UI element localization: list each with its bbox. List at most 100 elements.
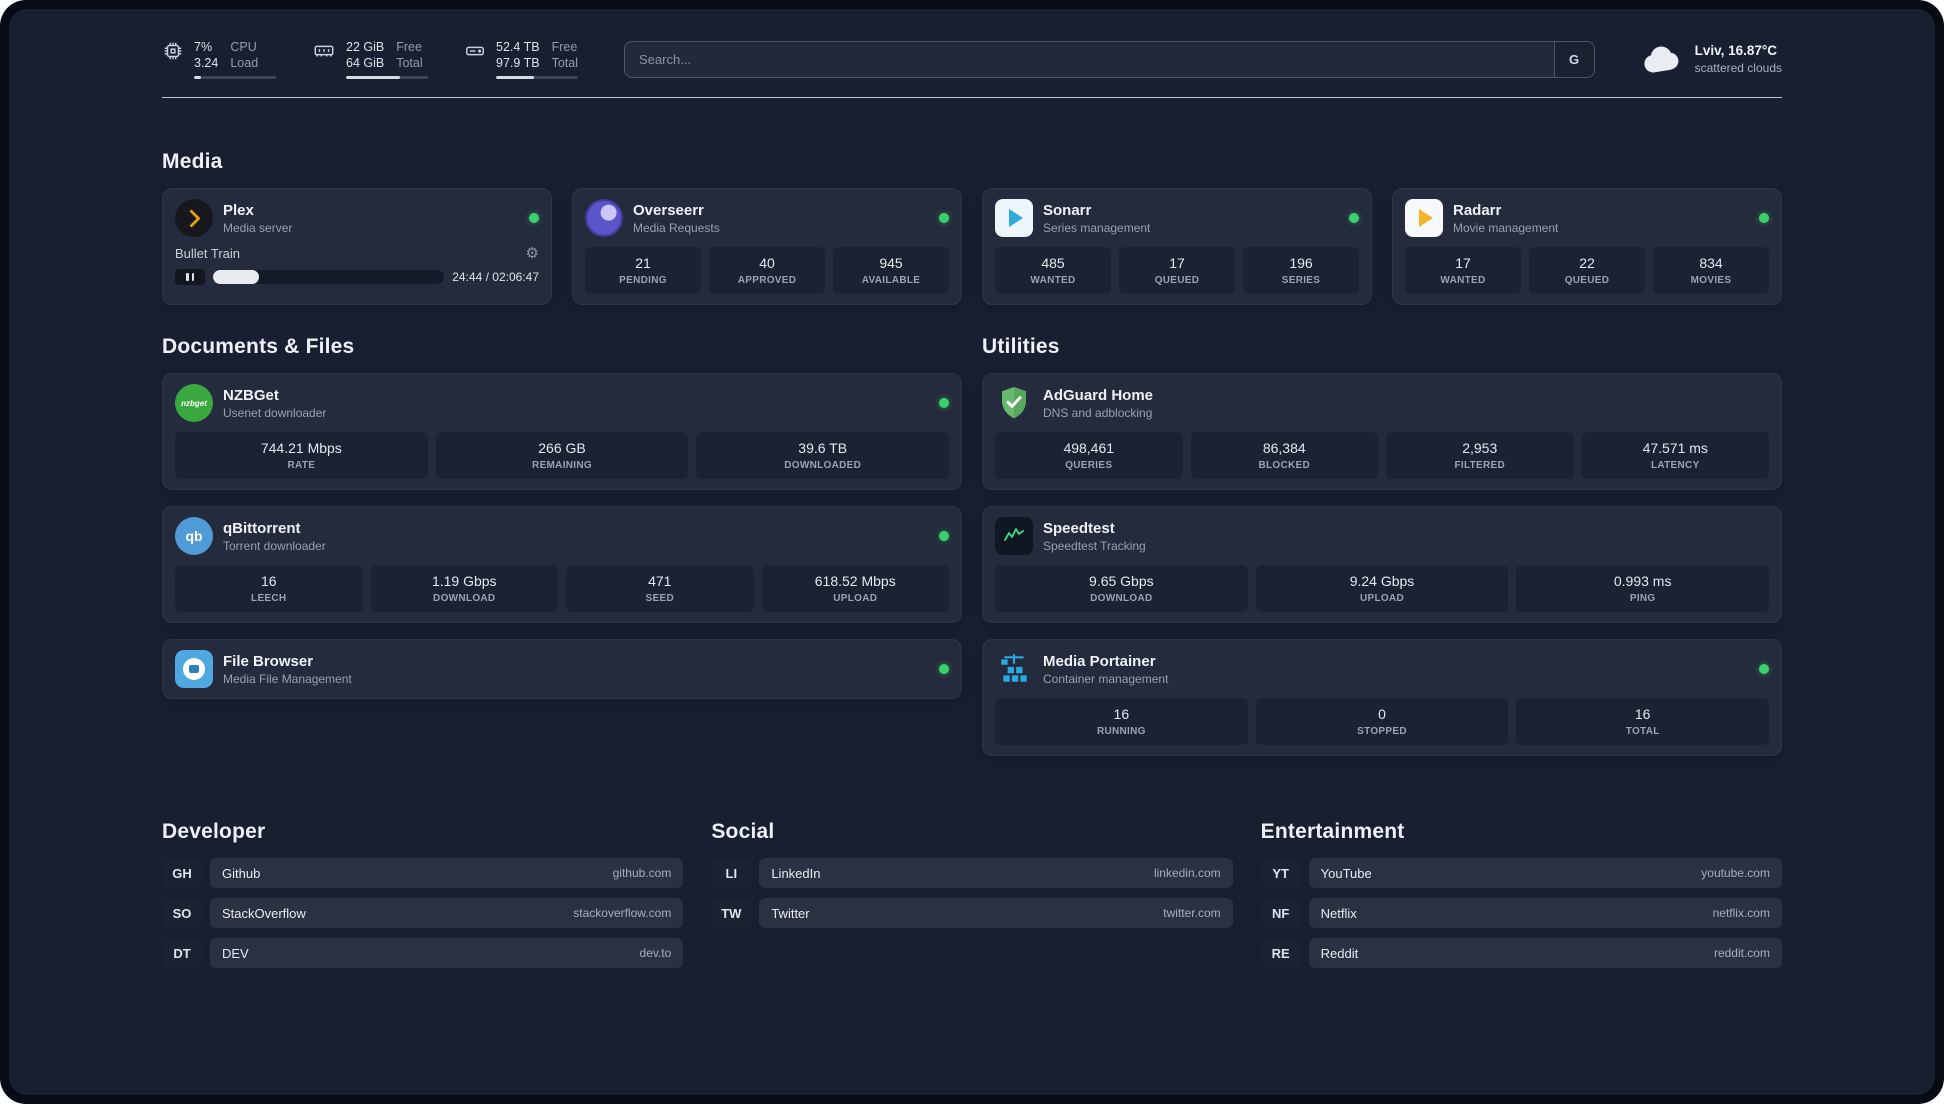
cloud-icon xyxy=(1641,44,1683,74)
service-card-filebrowser[interactable]: File Browser Media File Management xyxy=(162,639,962,699)
app-window: 7% 3.24 CPU Load 22 GiB 64 GiB Free Tota… xyxy=(0,0,1944,1104)
gear-icon[interactable] xyxy=(526,246,539,261)
service-card-plex[interactable]: Plex Media server Bullet Train 24:44 / 0… xyxy=(162,188,552,305)
stat-label: BLOCKED xyxy=(1258,460,1311,471)
status-dot xyxy=(939,213,949,223)
search-input[interactable] xyxy=(625,41,1554,77)
search-provider-button[interactable]: G xyxy=(1553,41,1594,77)
section-title-media: Media xyxy=(162,150,223,173)
stat-label: FILTERED xyxy=(1454,460,1506,471)
service-desc: Torrent downloader xyxy=(223,538,326,553)
section-title-documents: Documents & Files xyxy=(162,335,355,358)
stat-value: 1.19 Gbps xyxy=(431,573,497,589)
pause-button[interactable] xyxy=(175,269,205,285)
stat-box: 9.24 Gbps UPLOAD xyxy=(1255,565,1509,612)
service-name: Overseerr xyxy=(633,201,704,219)
stat-box: 498,461 QUERIES xyxy=(995,432,1183,479)
topbar: 7% 3.24 CPU Load 22 GiB 64 GiB Free Tota… xyxy=(162,39,1782,98)
stat-box: 22 QUEUED xyxy=(1529,247,1645,294)
service-name: Plex xyxy=(223,201,254,219)
stat-label: WANTED xyxy=(1440,275,1486,286)
memory-free-value: 22 GiB xyxy=(346,40,385,54)
stat-value: 40 xyxy=(759,255,775,271)
bookmark-name: Github xyxy=(222,865,261,881)
service-name: Speedtest xyxy=(1043,519,1115,537)
stat-value: 471 xyxy=(648,573,672,589)
screenshot-frame: 7% 3.24 CPU Load 22 GiB 64 GiB Free Tota… xyxy=(0,0,1944,1104)
stat-value: 9.24 Gbps xyxy=(1349,573,1415,589)
disk-widget: 52.4 TB 97.9 TB Free Total xyxy=(464,39,578,79)
stat-label: QUERIES xyxy=(1065,460,1113,471)
stat-box: 196 SERIES xyxy=(1243,247,1359,294)
service-card-radarr[interactable]: Radarr Movie management 17 WANTED 22 QUE… xyxy=(1392,188,1782,305)
bookmark-url: dev.to xyxy=(639,946,672,960)
stat-box: 21 PENDING xyxy=(585,247,701,294)
stat-box: 485 WANTED xyxy=(995,247,1111,294)
bookmark-abbr: GH xyxy=(162,858,202,888)
bookmark-github[interactable]: GH Github github.com xyxy=(162,858,684,888)
speedtest-icon xyxy=(995,517,1033,555)
bookmark-name: LinkedIn xyxy=(771,865,821,881)
stat-label: APPROVED xyxy=(737,275,797,286)
service-name: AdGuard Home xyxy=(1043,386,1154,404)
stat-box: 40 APPROVED xyxy=(709,247,825,294)
service-desc: Media File Management xyxy=(223,671,352,686)
sonarr-icon xyxy=(995,199,1033,237)
stat-label: STOPPED xyxy=(1357,726,1407,737)
stat-label: PING xyxy=(1629,593,1656,604)
bookmark-name: Reddit xyxy=(1320,945,1359,961)
stat-label: LATENCY xyxy=(1650,460,1700,471)
bookmark-url: linkedin.com xyxy=(1153,866,1221,880)
bookmark-reddit[interactable]: RE Reddit reddit.com xyxy=(1260,938,1782,968)
service-card-adguard[interactable]: AdGuard Home DNS and adblocking 498,461 … xyxy=(982,373,1782,490)
cpu-usage-bar xyxy=(194,76,276,79)
bookmark-linkedin[interactable]: LI LinkedIn linkedin.com xyxy=(711,858,1233,888)
service-desc: Speedtest Tracking xyxy=(1043,538,1146,553)
bookmark-twitter[interactable]: TW Twitter twitter.com xyxy=(711,898,1233,928)
bookmark-dev[interactable]: DT DEV dev.to xyxy=(162,938,684,968)
service-card-speedtest[interactable]: Speedtest Speedtest Tracking 9.65 Gbps D… xyxy=(982,506,1782,623)
service-desc: Container management xyxy=(1043,671,1169,686)
radarr-icon xyxy=(1405,199,1443,237)
bookmark-netflix[interactable]: NF Netflix netflix.com xyxy=(1260,898,1782,928)
stat-box: 17 QUEUED xyxy=(1119,247,1235,294)
stat-box: 16 RUNNING xyxy=(995,698,1248,745)
bookmark-abbr: LI xyxy=(711,858,752,888)
status-dot xyxy=(939,664,949,674)
service-desc: Usenet downloader xyxy=(223,405,327,420)
bookmark-abbr: TW xyxy=(711,898,752,928)
service-desc: Movie management xyxy=(1453,220,1559,235)
stat-value: 17 xyxy=(1169,255,1185,271)
disk-free-value: 52.4 TB xyxy=(496,40,540,54)
service-card-nzbget[interactable]: NZBGet Usenet downloader 744.21 Mbps RAT… xyxy=(162,373,962,490)
qbittorrent-icon xyxy=(175,517,213,555)
cpu-load-label: Load xyxy=(230,56,259,70)
bookmark-url: github.com xyxy=(612,866,672,880)
bookmark-name: DEV xyxy=(222,945,249,961)
bookmark-group-social: Social LI LinkedIn linkedin.com TW Twitt… xyxy=(711,820,1233,938)
service-name: qBittorrent xyxy=(223,519,301,537)
service-name: Media Portainer xyxy=(1043,652,1156,670)
stat-box: 9.65 Gbps DOWNLOAD xyxy=(995,565,1248,612)
service-card-portainer[interactable]: Media Portainer Container management 16 … xyxy=(982,639,1782,756)
stat-value: 834 xyxy=(1699,255,1723,271)
memory-total-value: 64 GiB xyxy=(346,56,385,70)
bookmark-stackoverflow[interactable]: SO StackOverflow stackoverflow.com xyxy=(162,898,684,928)
service-card-qbittorrent[interactable]: qBittorrent Torrent downloader 16 LEECH … xyxy=(162,506,962,623)
cpu-widget: 7% 3.24 CPU Load xyxy=(162,39,276,79)
disk-total-value: 97.9 TB xyxy=(496,56,540,70)
service-card-overseerr[interactable]: Overseerr Media Requests 21 PENDING 40 A… xyxy=(572,188,962,305)
bookmark-group-entertainment: Entertainment YT YouTube youtube.com NF … xyxy=(1260,820,1782,978)
bookmark-youtube[interactable]: YT YouTube youtube.com xyxy=(1260,858,1782,888)
playback-progress-bar[interactable] xyxy=(213,270,445,284)
service-card-sonarr[interactable]: Sonarr Series management 485 WANTED 17 Q… xyxy=(982,188,1372,305)
bookmark-url: netflix.com xyxy=(1712,906,1770,920)
nzbget-icon xyxy=(175,384,213,422)
status-dot xyxy=(1759,213,1769,223)
stat-label: SERIES xyxy=(1281,275,1321,286)
stat-value: 2,953 xyxy=(1462,440,1498,456)
stat-value: 0 xyxy=(1378,706,1386,722)
stat-label: SEED xyxy=(645,593,674,604)
stat-label: DOWNLOADED xyxy=(784,460,862,471)
memory-widget: 22 GiB 64 GiB Free Total xyxy=(312,39,428,79)
